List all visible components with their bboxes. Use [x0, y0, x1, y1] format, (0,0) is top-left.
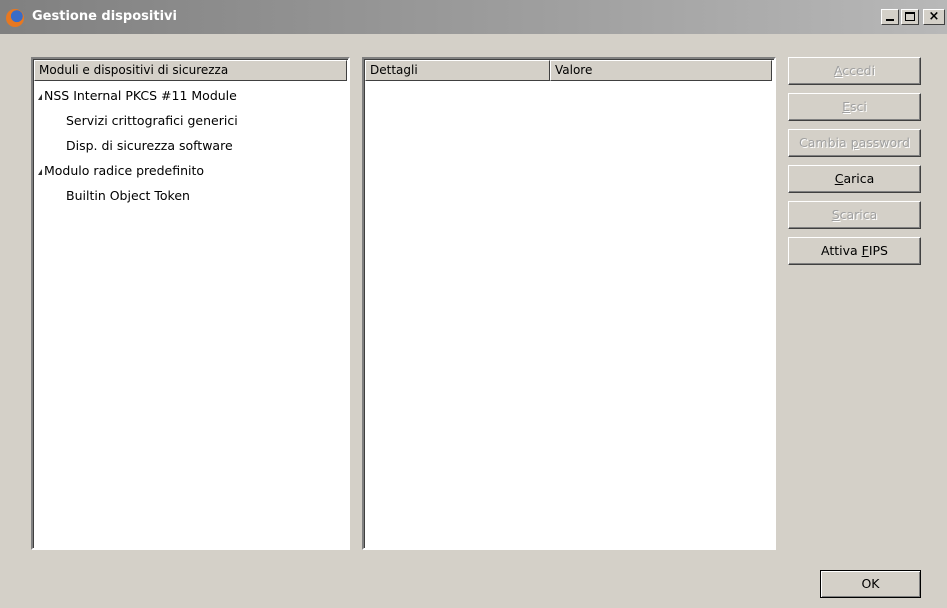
firefox-icon: [6, 9, 24, 27]
details-column-header[interactable]: Dettagli: [365, 60, 550, 81]
button-label: IPS: [868, 243, 888, 258]
tree-item-generic-crypto-services[interactable]: Servizi crittografici generici: [34, 108, 347, 133]
ok-button[interactable]: OK: [820, 570, 921, 598]
button-label: Cambia: [799, 135, 851, 150]
value-column-header[interactable]: Valore: [550, 60, 772, 81]
maximize-button[interactable]: [901, 9, 919, 25]
login-button[interactable]: Accedi: [788, 57, 921, 85]
window-title: Gestione dispositivi: [32, 9, 177, 24]
button-label: carica: [839, 207, 878, 222]
access-key: F: [861, 243, 869, 258]
enable-fips-button[interactable]: Attiva FIPS: [788, 237, 921, 265]
expanded-triangle-icon[interactable]: [38, 169, 42, 175]
expanded-triangle-icon[interactable]: [38, 94, 42, 100]
unload-button[interactable]: Scarica: [788, 201, 921, 229]
maximize-icon: [905, 12, 915, 21]
modules-tree-panel[interactable]: Moduli e dispositivi di sicurezza NSS In…: [31, 57, 350, 550]
access-key: E: [842, 99, 851, 114]
tree-item-label: Disp. di sicurezza software: [66, 138, 233, 153]
load-button[interactable]: Carica: [788, 165, 921, 193]
close-button[interactable]: ×: [923, 9, 945, 25]
button-label: arica: [843, 171, 875, 186]
access-key: S: [831, 207, 840, 222]
tree-item-builtin-object-token[interactable]: Builtin Object Token: [34, 183, 347, 208]
modules-column-header[interactable]: Moduli e dispositivi di sicurezza: [34, 60, 347, 81]
button-label: Attiva: [820, 243, 862, 258]
tree-item-label: Servizi crittografici generici: [66, 113, 238, 128]
minimize-button[interactable]: [881, 9, 899, 25]
title-bar[interactable]: Gestione dispositivi ×: [0, 0, 947, 34]
access-key: p: [850, 135, 859, 150]
tree-item-label: NSS Internal PKCS #11 Module: [44, 88, 237, 103]
access-key: A: [833, 63, 843, 78]
tree-item-label: Builtin Object Token: [66, 188, 190, 203]
button-label: ccedi: [842, 63, 876, 78]
device-manager-window: Gestione dispositivi × Moduli e disposit…: [0, 0, 947, 608]
tree-item-nss-internal-module[interactable]: NSS Internal PKCS #11 Module: [34, 83, 347, 108]
logout-button[interactable]: Esci: [788, 93, 921, 121]
button-label: sci: [850, 99, 867, 114]
tree-item-software-security-device[interactable]: Disp. di sicurezza software: [34, 133, 347, 158]
details-table-panel[interactable]: Dettagli Valore: [362, 57, 776, 550]
tree-item-builtin-roots-module[interactable]: Modulo radice predefinito: [34, 158, 347, 183]
modules-tree: NSS Internal PKCS #11 Module Servizi cri…: [34, 83, 347, 208]
change-password-button[interactable]: Cambia password: [788, 129, 921, 157]
button-label: assword: [858, 135, 910, 150]
minimize-icon: [886, 19, 894, 21]
tree-item-label: Modulo radice predefinito: [44, 163, 205, 178]
close-icon: ×: [928, 9, 940, 24]
